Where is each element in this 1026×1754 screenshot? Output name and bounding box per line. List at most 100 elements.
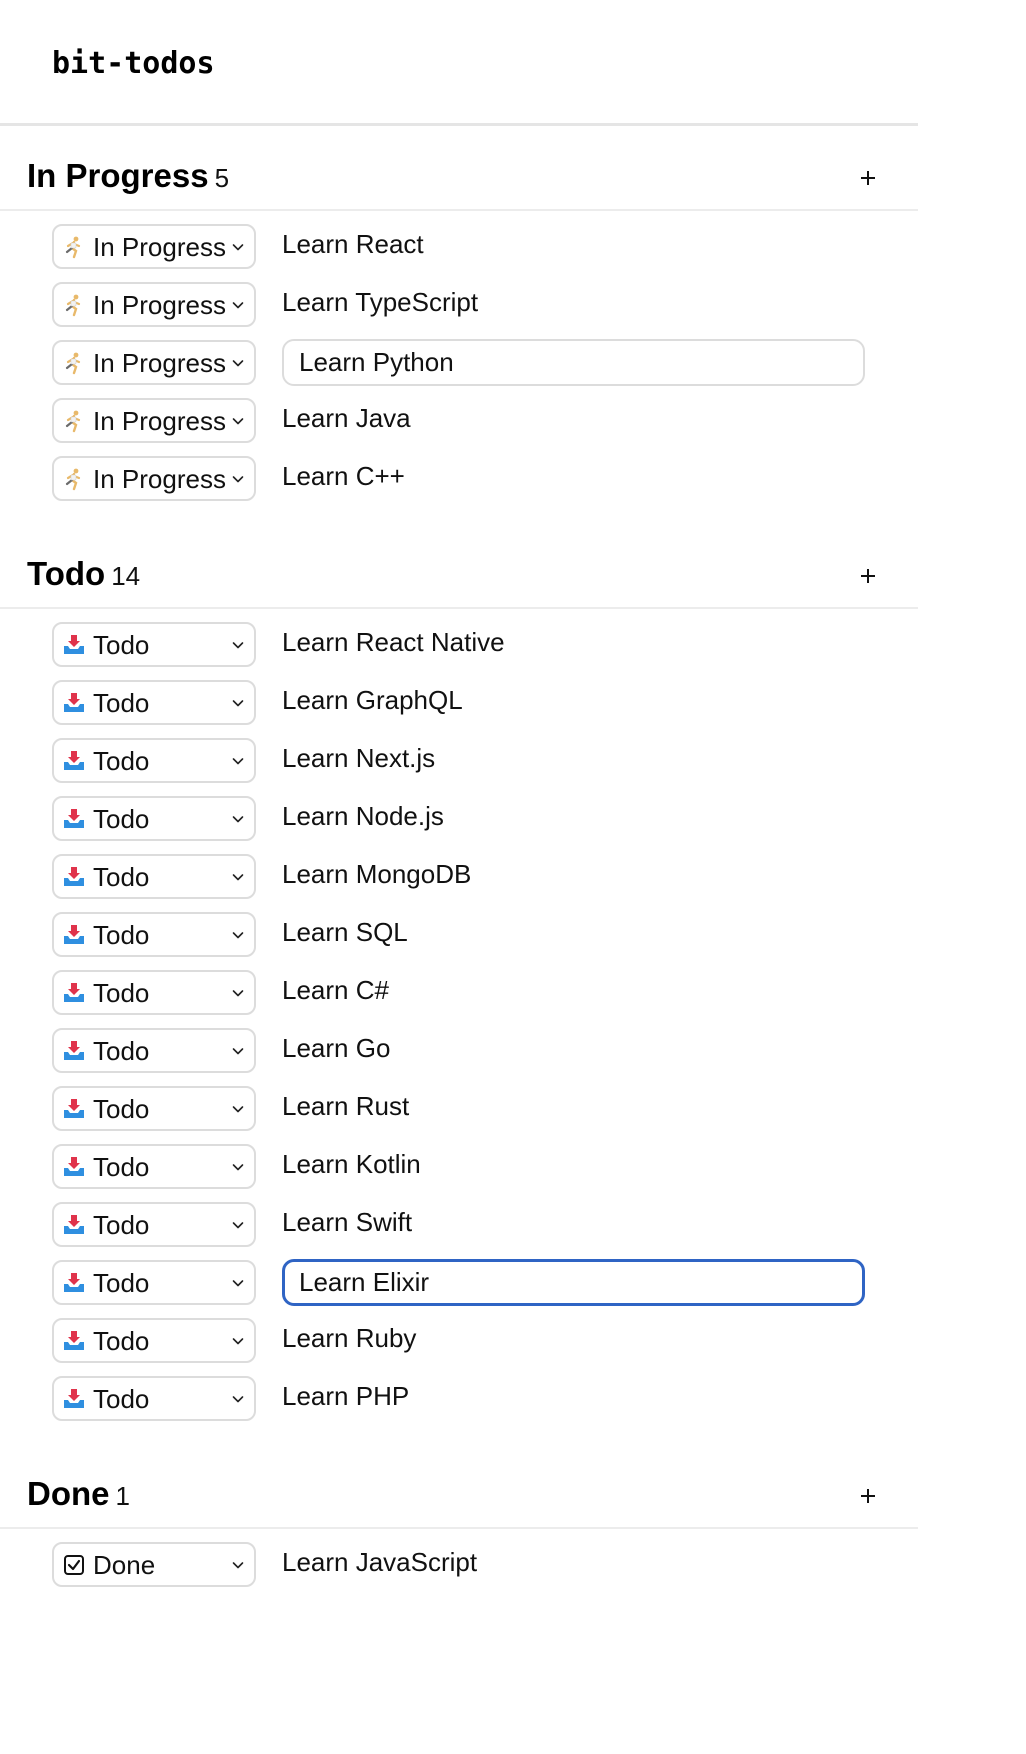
app: bit-todos In Progress 5 In Progress Learn R… — [0, 0, 918, 1754]
section-count: 1 — [115, 1481, 130, 1511]
status-select[interactable]: Todo — [52, 912, 256, 957]
todo-row: Todo Learn React Native — [0, 622, 918, 680]
todo-text[interactable]: Learn Rust — [282, 1089, 409, 1123]
status-select[interactable]: Todo — [52, 1202, 256, 1247]
status-select[interactable]: Todo — [52, 796, 256, 841]
chevron-down-icon — [232, 812, 244, 824]
section-title: Todo 14 — [27, 554, 140, 596]
section-header: Done 1 — [0, 1444, 918, 1529]
inbox-tray-icon — [62, 749, 86, 773]
todo-row: Todo Learn Kotlin — [0, 1144, 918, 1202]
todo-text[interactable]: Learn SQL — [282, 915, 408, 949]
todo-text[interactable]: Learn PHP — [282, 1379, 409, 1413]
inbox-tray-icon — [62, 807, 86, 831]
chevron-down-icon — [232, 754, 244, 766]
chevron-down-icon — [232, 1044, 244, 1056]
todo-row: Todo Learn Next.js — [0, 738, 918, 796]
status-label: Todo — [93, 745, 150, 776]
todo-text[interactable]: Learn React — [282, 227, 424, 261]
status-label: Todo — [93, 1093, 150, 1124]
todo-text[interactable]: Learn C# — [282, 973, 389, 1007]
status-label: Todo — [93, 977, 150, 1008]
todo-text[interactable]: Learn Node.js — [282, 799, 444, 833]
status-label: Todo — [93, 803, 150, 834]
status-select[interactable]: Todo — [52, 970, 256, 1015]
todo-text[interactable]: Learn Ruby — [282, 1321, 416, 1355]
status-select[interactable]: In Progress — [52, 456, 256, 501]
todo-list: Done Learn JavaScript — [0, 1529, 918, 1610]
todo-text[interactable]: Learn Swift — [282, 1205, 412, 1239]
status-label: Todo — [93, 1383, 150, 1414]
inbox-tray-icon — [62, 1329, 86, 1353]
todo-row: In Progress Learn C++ — [0, 456, 918, 514]
runner-icon — [62, 293, 86, 317]
todo-row: Todo — [0, 1259, 918, 1318]
status-label: In Progress — [93, 405, 226, 436]
add-todo-button[interactable] — [856, 1484, 880, 1508]
chevron-down-icon — [232, 1392, 244, 1404]
runner-icon — [62, 235, 86, 259]
chevron-down-icon — [232, 1558, 244, 1570]
chevron-down-icon — [232, 472, 244, 484]
status-label: Todo — [93, 1325, 150, 1356]
todo-row: Todo Learn Swift — [0, 1202, 918, 1260]
status-label: Todo — [93, 629, 150, 660]
todo-row: In Progress Learn TypeScript — [0, 282, 918, 340]
status-label: In Progress — [93, 289, 226, 320]
todo-text[interactable]: Learn TypeScript — [282, 285, 478, 319]
inbox-tray-icon — [62, 1271, 86, 1295]
status-label: In Progress — [93, 463, 226, 494]
status-label: Todo — [93, 1035, 150, 1066]
status-label: In Progress — [93, 347, 226, 378]
chevron-down-icon — [232, 928, 244, 940]
todo-row: Todo Learn Node.js — [0, 796, 918, 854]
todo-text[interactable]: Learn Next.js — [282, 741, 435, 775]
section-count: 5 — [214, 163, 230, 193]
status-label: Todo — [93, 1267, 150, 1298]
inbox-tray-icon — [62, 1387, 86, 1411]
status-select[interactable]: Todo — [52, 854, 256, 899]
status-select[interactable]: Todo — [52, 622, 256, 667]
status-select[interactable]: Todo — [52, 1376, 256, 1421]
todo-row: In Progress Learn React — [0, 224, 918, 282]
todo-text[interactable]: Learn JavaScript — [282, 1545, 477, 1579]
todo-text[interactable]: Learn GraphQL — [282, 683, 463, 717]
todo-text[interactable]: Learn C++ — [282, 459, 405, 493]
status-select[interactable]: Todo — [52, 1144, 256, 1189]
chevron-down-icon — [232, 1334, 244, 1346]
todo-text[interactable]: Learn Go — [282, 1031, 390, 1065]
todo-row: In Progress Learn Java — [0, 398, 918, 456]
add-todo-button[interactable] — [856, 166, 880, 190]
add-todo-button[interactable] — [856, 564, 880, 588]
section-title: Done 1 — [27, 1474, 130, 1516]
status-select[interactable]: Todo — [52, 738, 256, 783]
status-select[interactable]: In Progress — [52, 398, 256, 443]
section-done: Done 1 Done Learn JavaScript — [0, 1444, 918, 1610]
status-label: Todo — [93, 1209, 150, 1240]
status-select[interactable]: Todo — [52, 1028, 256, 1073]
todo-text[interactable]: Learn Java — [282, 401, 411, 435]
status-select[interactable]: Done — [52, 1542, 256, 1587]
status-select[interactable]: In Progress — [52, 224, 256, 269]
status-label: In Progress — [93, 231, 226, 262]
status-select[interactable]: Todo — [52, 1318, 256, 1363]
status-label: Todo — [93, 919, 150, 950]
section-count: 14 — [111, 561, 141, 591]
chevron-down-icon — [232, 1218, 244, 1230]
status-select[interactable]: Todo — [52, 1086, 256, 1131]
inbox-tray-icon — [62, 1039, 86, 1063]
status-select[interactable]: Todo — [52, 1260, 256, 1305]
todo-text[interactable]: Learn Kotlin — [282, 1147, 421, 1181]
chevron-down-icon — [232, 240, 244, 252]
todo-text[interactable]: Learn MongoDB — [282, 857, 471, 891]
status-select[interactable]: In Progress — [52, 282, 256, 327]
todo-text[interactable]: Learn React Native — [282, 625, 505, 659]
status-select[interactable]: In Progress — [52, 340, 256, 385]
todo-row: Todo Learn Rust — [0, 1086, 918, 1144]
status-label: Done — [93, 1549, 156, 1580]
status-select[interactable]: Todo — [52, 680, 256, 725]
todo-row: Todo Learn Ruby — [0, 1318, 918, 1376]
todo-row: Todo Learn C# — [0, 970, 918, 1028]
todo-edit-input[interactable] — [282, 339, 865, 386]
todo-edit-input-focused[interactable] — [282, 1259, 865, 1306]
